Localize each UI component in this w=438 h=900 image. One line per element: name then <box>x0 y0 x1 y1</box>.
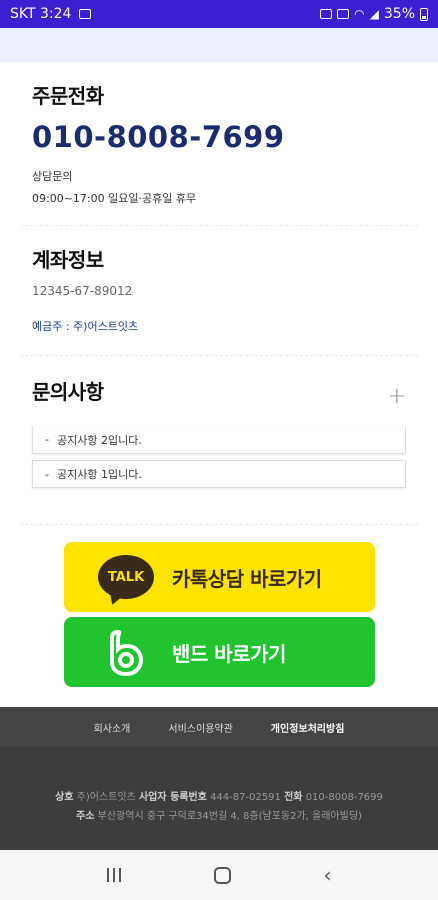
status-bar: SKT 3:24 ◠ ◢ 35% <box>0 0 438 28</box>
inquiry-label: 상담문의 <box>32 170 73 183</box>
band-icon <box>98 627 154 677</box>
signal-icon: ◢ <box>369 7 379 21</box>
footer-address: 부산광역시 중구 구덕로34번길 4, 8층(남포동2가, 올래아빌딩) <box>97 811 362 822</box>
divider <box>20 355 418 356</box>
wifi-icon: ◠ <box>354 7 365 21</box>
kakao-talk-button[interactable]: TALK 카톡상담 바로가기 <box>64 542 375 612</box>
recents-icon[interactable] <box>106 868 121 882</box>
footer-info: 상호 주)어스트잇츠 사업자 등록번호 444-87-02591 전화 010-… <box>0 747 438 850</box>
order-phone-number[interactable]: 010-8008-7699 <box>32 120 406 154</box>
notice-item[interactable]: - 공지사항 1입니다. <box>32 460 406 488</box>
expand-plus-icon[interactable]: + <box>388 386 406 408</box>
order-phone-section: 주문전화 <box>0 80 438 109</box>
inquiry-title: 문의사항 <box>32 380 104 404</box>
divider <box>20 524 418 525</box>
footer-link-privacy[interactable]: 개인정보처리방침 <box>271 720 345 735</box>
bullet-dash: - <box>45 433 49 446</box>
divider <box>20 225 418 226</box>
bullet-dash: - <box>45 467 49 481</box>
phone-label: 전화 <box>284 792 303 803</box>
account-holder: 예금주 : 주)어스트잇츠 <box>32 320 139 333</box>
account-number: 12345-67-89012 <box>32 284 133 298</box>
notice-title: 공지사항 1입니다. <box>56 468 142 481</box>
footer-phone: 010-8008-7699 <box>305 792 383 803</box>
footer-nav: 회사소개 서비스이용약관 개인정보처리방침 <box>0 707 438 747</box>
alarm-icon <box>320 9 333 19</box>
company-label: 상호 <box>55 792 74 803</box>
system-nav-bar: ‹ <box>0 850 438 900</box>
footer-link-company[interactable]: 회사소개 <box>94 720 131 735</box>
back-icon[interactable]: ‹ <box>324 863 332 887</box>
company-name: 주)어스트잇츠 <box>76 792 136 803</box>
gallery-icon <box>79 9 92 19</box>
home-icon[interactable] <box>213 866 231 884</box>
battery-percent: 35% <box>383 6 415 22</box>
footer-link-terms[interactable]: 서비스이용약관 <box>168 720 232 735</box>
business-hours: 09:00~17:00 일요일·공휴일 휴무 <box>32 192 197 205</box>
header-band <box>0 28 438 62</box>
biz-number: 444-87-02591 <box>210 792 281 803</box>
carrier-time: SKT 3:24 <box>10 6 72 22</box>
order-phone-title: 주문전화 <box>32 84 104 108</box>
band-label: 밴드 바로가기 <box>172 641 286 666</box>
address-label: 주소 <box>76 811 95 822</box>
kakao-talk-icon: TALK <box>98 555 154 599</box>
kakao-talk-badge: TALK <box>107 569 145 585</box>
biz-label: 사업자 등록번호 <box>138 792 207 803</box>
kakao-talk-label: 카톡상담 바로가기 <box>172 566 322 591</box>
notice-item[interactable]: - 공지사항 2입니다. <box>32 426 406 454</box>
vibrate-icon <box>337 9 350 19</box>
band-button[interactable]: 밴드 바로가기 <box>64 617 375 687</box>
battery-icon <box>420 7 428 21</box>
account-title: 계좌정보 <box>32 248 104 272</box>
notice-title: 공지사항 2입니다. <box>56 433 142 447</box>
